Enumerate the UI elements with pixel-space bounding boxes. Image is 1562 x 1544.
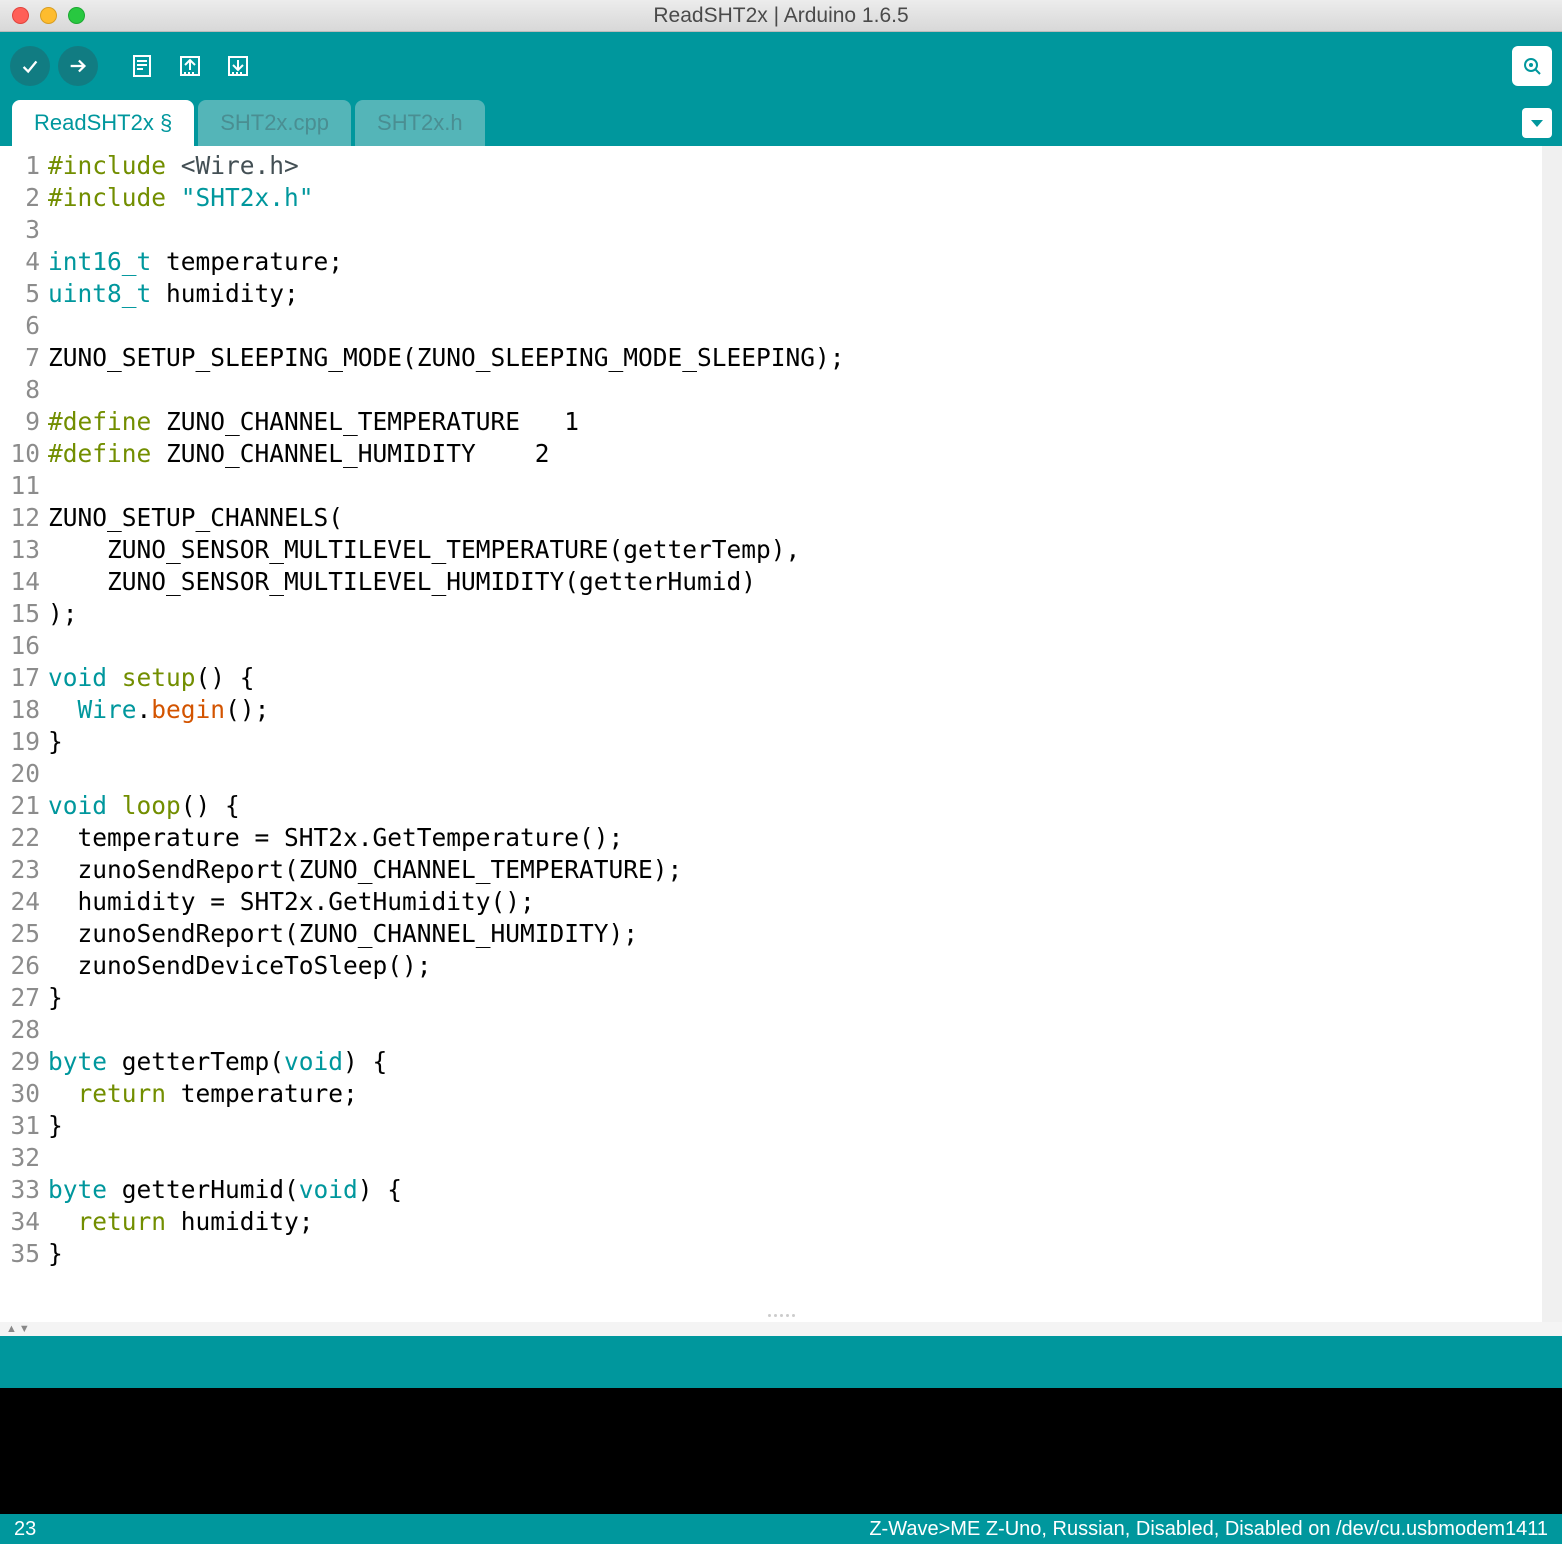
- tab-0[interactable]: ReadSHT2x §: [12, 100, 194, 146]
- code-editor[interactable]: 1234567891011121314151617181920212223242…: [0, 146, 1542, 1322]
- resize-handle[interactable]: [761, 1314, 801, 1320]
- window-title: ReadSHT2x | Arduino 1.6.5: [0, 4, 1562, 28]
- fold-arrows: ▲▼: [0, 1322, 1562, 1336]
- open-button[interactable]: [170, 46, 210, 86]
- message-bar: [0, 1336, 1562, 1388]
- status-bar: 23 Z-Wave>ME Z-Uno, Russian, Disabled, D…: [0, 1514, 1562, 1544]
- console: [0, 1388, 1562, 1514]
- toolbar: [0, 32, 1562, 100]
- verify-button[interactable]: [10, 46, 50, 86]
- code-area[interactable]: #include <Wire.h>#include "SHT2x.h"int16…: [48, 150, 1542, 1322]
- tab-menu-button[interactable]: [1522, 108, 1552, 138]
- editor: 1234567891011121314151617181920212223242…: [0, 146, 1562, 1322]
- save-button[interactable]: [218, 46, 258, 86]
- tab-2[interactable]: SHT2x.h: [355, 100, 485, 146]
- titlebar: ReadSHT2x | Arduino 1.6.5: [0, 0, 1562, 32]
- tab-bar: ReadSHT2x §SHT2x.cppSHT2x.h: [0, 100, 1562, 146]
- board-port-info: Z-Wave>ME Z-Uno, Russian, Disabled, Disa…: [869, 1518, 1548, 1541]
- scrollbar[interactable]: [1542, 146, 1562, 1322]
- new-button[interactable]: [122, 46, 162, 86]
- cursor-line: 23: [14, 1518, 36, 1541]
- tab-1[interactable]: SHT2x.cpp: [198, 100, 351, 146]
- serial-monitor-button[interactable]: [1512, 46, 1552, 86]
- line-gutter: 1234567891011121314151617181920212223242…: [0, 150, 48, 1322]
- upload-button[interactable]: [58, 46, 98, 86]
